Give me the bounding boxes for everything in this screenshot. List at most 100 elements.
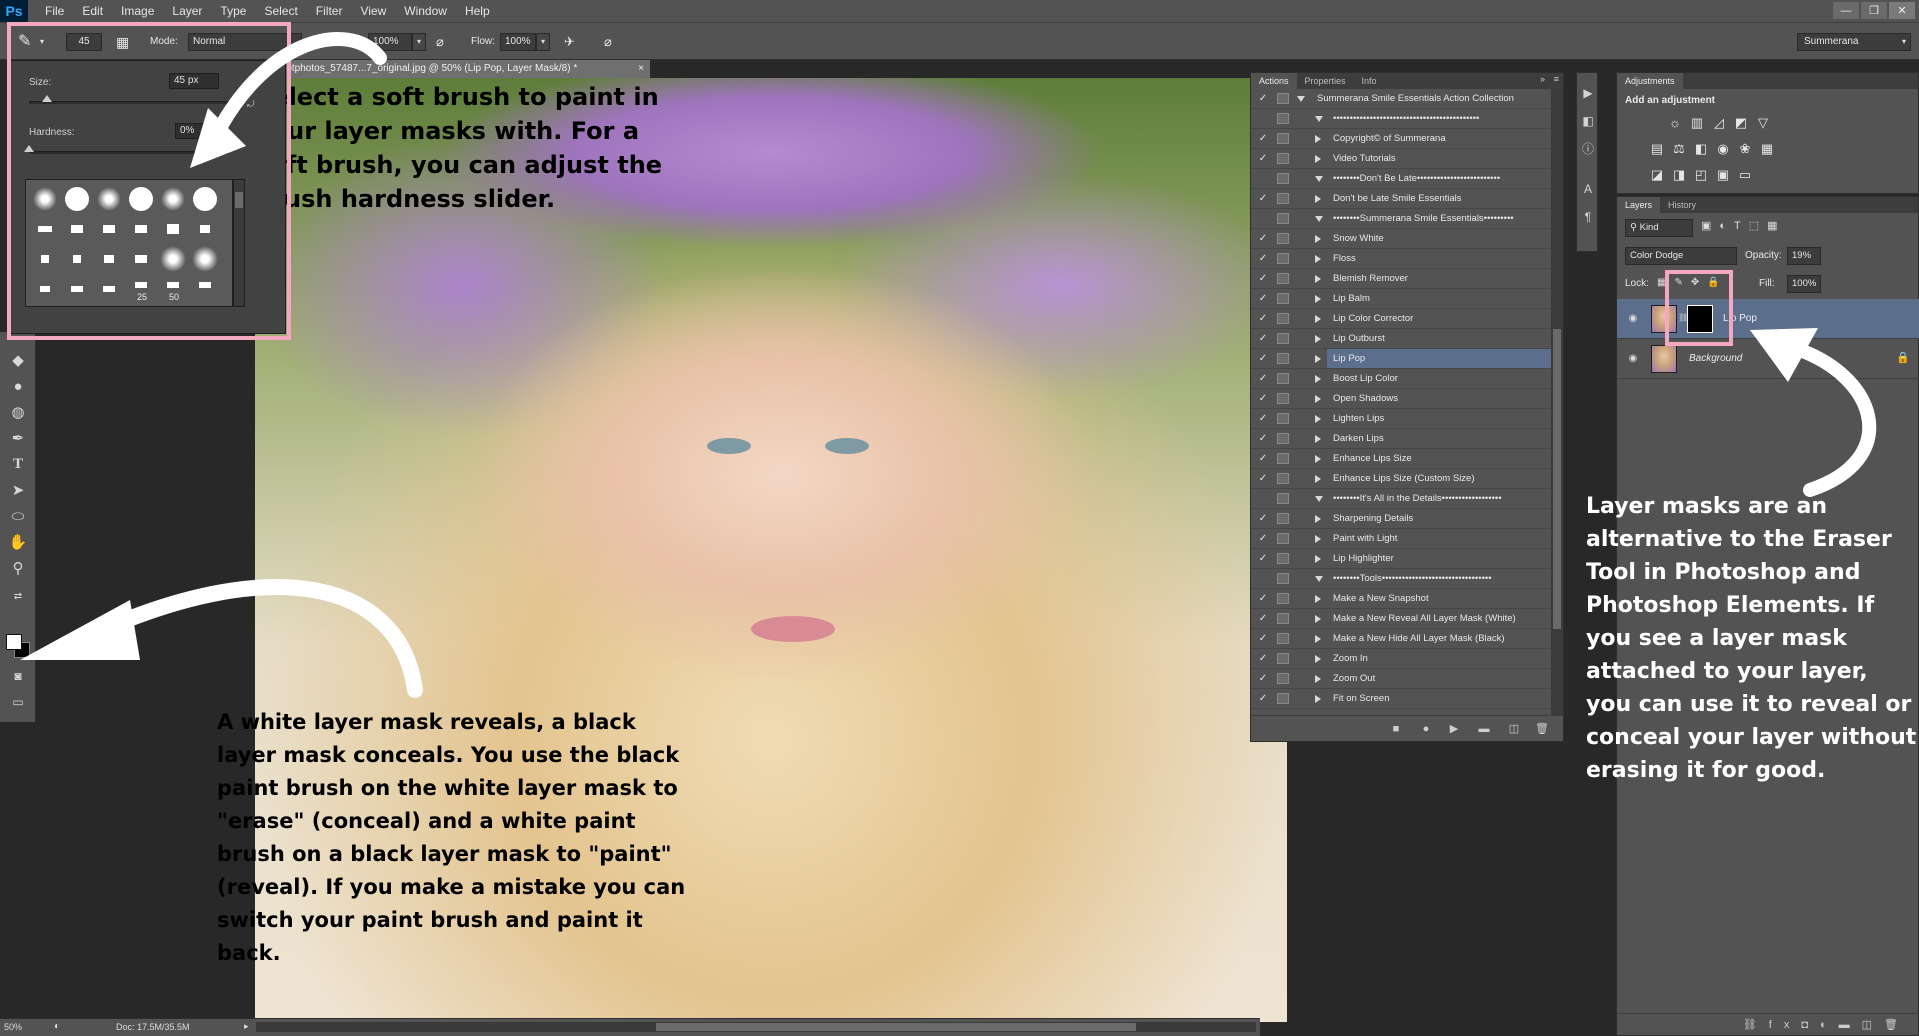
expand-right-icon[interactable] [1315,195,1321,203]
tab-history[interactable]: History [1660,197,1704,213]
action-row[interactable]: ✓ Enhance Lips Size [1251,449,1551,469]
tab-layers[interactable]: Layers [1617,197,1661,213]
action-row[interactable]: ✓ Boost Lip Color [1251,369,1551,389]
action-toggle-checkbox[interactable]: ✓ [1256,352,1270,366]
expand-right-icon[interactable] [1315,515,1321,523]
fill-field[interactable]: 100% [1787,275,1821,293]
close-tab-icon[interactable]: × [638,60,644,78]
dialog-toggle-icon[interactable] [1277,513,1289,524]
paragraph-panel-icon[interactable]: ¶ [1580,209,1596,225]
action-toggle-checkbox[interactable]: ✓ [1256,92,1270,106]
threshold-icon[interactable]: ◰ [1693,167,1709,183]
action-toggle-checkbox[interactable]: ✓ [1256,372,1270,386]
dodge-tool-icon[interactable]: ◍ [8,402,28,422]
expand-right-icon[interactable] [1315,275,1321,283]
dialog-toggle-icon[interactable] [1277,333,1289,344]
action-row[interactable]: ✓ Open Shadows [1251,389,1551,409]
action-row[interactable]: ✓ Darken Lips [1251,429,1551,449]
expand-right-icon[interactable] [1315,675,1321,683]
blur-tool-icon[interactable]: ● [8,376,28,396]
ellipse-tool-icon[interactable]: ⬭ [8,506,28,526]
dialog-toggle-icon[interactable] [1277,313,1289,324]
action-toggle-checkbox[interactable]: ✓ [1256,592,1270,606]
expand-down-icon[interactable] [1315,496,1323,502]
action-row[interactable]: ✓ Make a New Hide All Layer Mask (Black) [1251,629,1551,649]
dialog-toggle-icon[interactable] [1277,413,1289,424]
action-row[interactable]: ✓ Copyright© of Summerana [1251,129,1551,149]
horizontal-scrollbar[interactable] [256,1022,1256,1032]
action-toggle-checkbox[interactable]: ✓ [1256,472,1270,486]
curves-icon[interactable]: ◿ [1711,115,1727,131]
posterize-icon[interactable]: ◨ [1671,167,1687,183]
info-panel-icon[interactable]: ⓘ [1580,141,1596,157]
black-white-icon[interactable]: ◧ [1693,141,1709,157]
expand-right-icon[interactable] [1315,335,1321,343]
action-row[interactable]: ••••••••••••••••••••••••••••••••••••••••… [1251,109,1551,129]
color-balance-icon[interactable]: ⚖ [1671,141,1687,157]
menu-edit[interactable]: Edit [73,0,112,22]
paint-bucket-tool-icon[interactable]: ◆ [8,350,28,370]
action-toggle-checkbox[interactable]: ✓ [1256,312,1270,326]
action-toggle-checkbox[interactable]: ✓ [1256,272,1270,286]
action-toggle-checkbox[interactable] [1256,492,1270,506]
dialog-toggle-icon[interactable] [1277,453,1289,464]
expand-right-icon[interactable] [1315,295,1321,303]
selective-color-icon[interactable]: ▣ [1715,167,1731,183]
action-row[interactable]: ✓ Don't be Late Smile Essentials [1251,189,1551,209]
close-button[interactable]: ✕ [1889,2,1915,19]
dialog-toggle-icon[interactable] [1277,693,1289,704]
menu-image[interactable]: Image [112,0,163,22]
action-toggle-checkbox[interactable] [1256,112,1270,126]
action-row[interactable]: ✓ Blemish Remover [1251,269,1551,289]
action-row[interactable]: ✓ Lip Color Corrector [1251,309,1551,329]
restore-button[interactable]: ❐ [1861,2,1887,19]
expand-right-icon[interactable] [1315,255,1321,263]
zoom-level[interactable]: 50% [4,1022,22,1032]
visibility-eye-icon[interactable]: ◉ [1627,313,1639,325]
layer-filter-icons[interactable]: ▣◐T⬚▦ [1701,219,1786,232]
menu-layer[interactable]: Layer [163,0,211,22]
expand-right-icon[interactable] [1315,595,1321,603]
expand-right-icon[interactable] [1315,435,1321,443]
brightness-contrast-icon[interactable]: ☼ [1667,115,1683,131]
expand-right-icon[interactable] [1315,315,1321,323]
expand-right-icon[interactable] [1315,155,1321,163]
dialog-toggle-icon[interactable] [1277,433,1289,444]
action-toggle-checkbox[interactable]: ✓ [1256,672,1270,686]
expand-right-icon[interactable] [1315,135,1321,143]
expand-right-icon[interactable] [1315,555,1321,563]
character-panel-icon[interactable]: A [1580,181,1596,197]
actions-scroll-thumb[interactable] [1553,329,1561,629]
action-toggle-checkbox[interactable] [1256,212,1270,226]
expand-right-icon[interactable] [1315,635,1321,643]
action-toggle-checkbox[interactable]: ✓ [1256,192,1270,206]
invert-icon[interactable]: ◪ [1649,167,1665,183]
action-row[interactable]: ✓ Lip Balm [1251,289,1551,309]
expand-right-icon[interactable] [1315,395,1321,403]
layer-thumbnail[interactable] [1651,345,1677,373]
collapse-panel-icon[interactable]: » [1540,74,1545,84]
opacity-dropdown-icon[interactable]: ▾ [412,33,426,51]
action-toggle-checkbox[interactable]: ✓ [1256,292,1270,306]
action-row[interactable]: ✓ Summerana Smile Essentials Action Colle… [1251,89,1551,109]
workspace-select[interactable]: Summerana ▾ [1797,33,1911,51]
trash-icon[interactable]: 🗑 [1535,722,1549,736]
action-toggle-checkbox[interactable]: ✓ [1256,692,1270,706]
action-row[interactable]: ✓ Paint with Light [1251,529,1551,549]
panel-menu-icon[interactable]: ≡ [1554,74,1559,84]
menu-view[interactable]: View [351,0,395,22]
actions-scrollbar[interactable] [1551,89,1563,715]
dialog-toggle-icon[interactable] [1277,133,1289,144]
hue-saturation-icon[interactable]: ▤ [1649,141,1665,157]
menu-select[interactable]: Select [255,0,306,22]
play-icon[interactable]: ▶ [1447,722,1461,736]
expand-right-icon[interactable] [1315,355,1321,363]
action-toggle-checkbox[interactable]: ✓ [1256,412,1270,426]
action-row[interactable]: ••••••••Tools•••••••••••••••••••••••••••… [1251,569,1551,589]
expand-right-icon[interactable] [1315,535,1321,543]
action-row[interactable]: ✓ Zoom In [1251,649,1551,669]
action-row[interactable]: ✓ Video Tutorials [1251,149,1551,169]
expand-right-icon[interactable] [1315,475,1321,483]
exposure-icon[interactable]: ◩ [1733,115,1749,131]
action-row[interactable]: ✓ Zoom Out [1251,669,1551,689]
